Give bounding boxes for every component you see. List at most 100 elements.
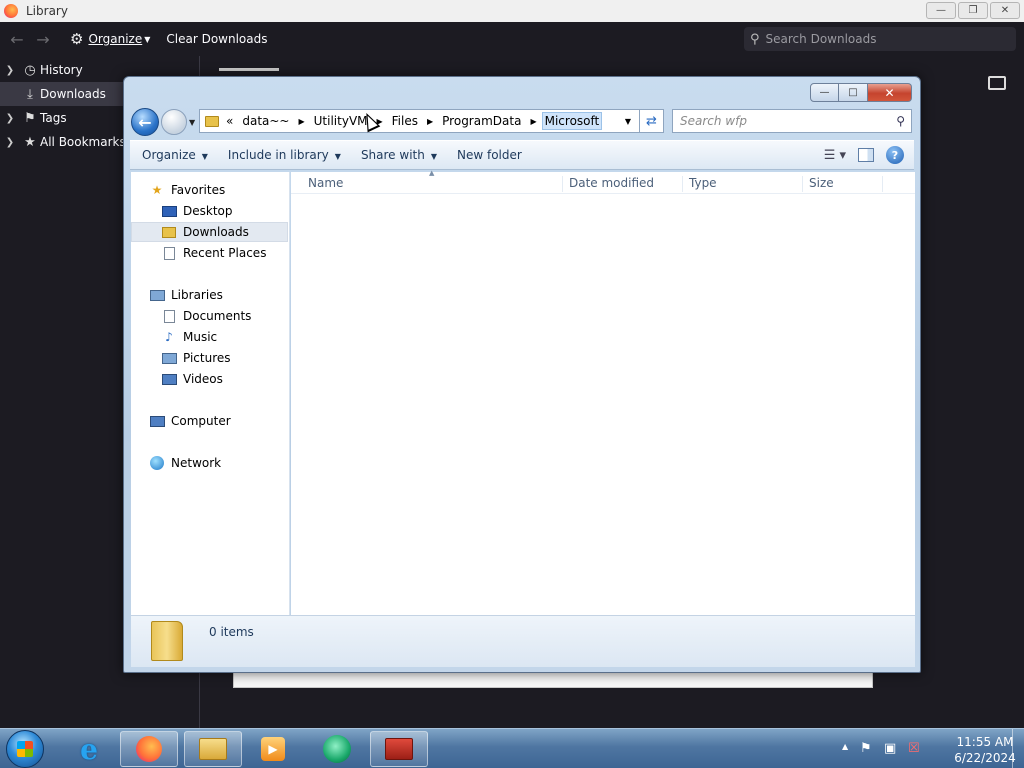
library-restore-button[interactable]: ❐ [958, 2, 988, 19]
command-bar: Organize ▼ Include in library ▼ Share with… [130, 140, 914, 170]
nav-network[interactable]: Network [149, 453, 221, 473]
clock[interactable]: 11:55 AM 6/22/2024 [954, 734, 1016, 766]
preview-pane-icon[interactable] [858, 148, 874, 162]
expand-twisty-icon[interactable]: ❯ [0, 65, 20, 76]
breadcrumb-separator-icon[interactable]: ▶ [427, 117, 433, 126]
internet-explorer-icon: e [80, 732, 98, 766]
file-list[interactable]: Name ▲ Date modified Type Size [291, 169, 915, 615]
search-downloads-input[interactable]: ⚲ Search Downloads [744, 27, 1016, 51]
nav-desktop[interactable]: Desktop [161, 201, 233, 221]
new-folder-button[interactable]: New folder [457, 148, 522, 162]
library-back-icon[interactable]: ← [4, 30, 30, 49]
taskbar-toolbox[interactable] [370, 731, 428, 767]
show-hidden-icons-icon[interactable]: ▲ [842, 742, 848, 751]
windows-logo-icon [17, 741, 33, 757]
app-globe-icon [323, 735, 351, 763]
search-downloads-placeholder: Search Downloads [765, 32, 877, 46]
breadcrumb-data[interactable]: data~~ [238, 114, 293, 128]
computer-icon [149, 415, 165, 427]
taskbar-internet-explorer[interactable]: e [60, 731, 118, 767]
action-center-flag-icon[interactable]: ⚑ [860, 741, 872, 756]
nav-downloads[interactable]: Downloads [131, 222, 288, 242]
share-with-button[interactable]: Share with ▼ [361, 148, 437, 162]
taskbar-media-player[interactable]: ▶ [244, 731, 302, 767]
nav-recent-places[interactable]: Recent Places [161, 243, 266, 263]
search-folder-input[interactable]: Search wfp ⚲ [672, 109, 912, 133]
column-size[interactable]: Size [809, 176, 883, 192]
column-date-modified[interactable]: Date modified [569, 176, 683, 192]
firefox-logo-icon [4, 4, 18, 18]
gear-icon[interactable]: ⚙ [70, 30, 83, 48]
nav-libraries[interactable]: Libraries [149, 285, 223, 305]
network-tray-icon[interactable]: ▣ [884, 741, 896, 756]
desktop-icon [161, 205, 177, 217]
background-panel [233, 672, 873, 688]
breadcrumb-overflow[interactable]: « [226, 114, 233, 128]
volume-muted-icon[interactable]: ☒ [908, 741, 920, 756]
column-type[interactable]: Type [689, 176, 803, 192]
library-forward-icon[interactable]: → [30, 30, 56, 49]
library-titlebar: Library — ❐ ✕ [0, 0, 1024, 22]
tag-icon: ⚑ [24, 110, 36, 126]
details-pane: 0 items [131, 615, 915, 667]
item-count: 0 items [209, 625, 254, 639]
address-dropdown-icon[interactable]: ▼ [625, 117, 631, 126]
back-arrow-icon[interactable]: ← [131, 108, 159, 136]
explorer-folder-icon [199, 738, 227, 760]
show-desktop-button[interactable] [1012, 729, 1024, 768]
library-window-title: Library [26, 4, 68, 18]
column-name[interactable]: Name [308, 176, 563, 192]
dialog-maximize-button[interactable]: □ [839, 83, 868, 102]
organize-caret-icon: ▼ [144, 34, 151, 44]
download-icon: ⤓ [27, 86, 33, 102]
breadcrumb-separator-icon[interactable]: ▶ [530, 117, 536, 126]
breadcrumb-files[interactable]: Files [388, 114, 422, 128]
clear-downloads-button[interactable]: Clear Downloads [166, 32, 267, 46]
library-minimize-button[interactable]: — [926, 2, 956, 19]
clock-date: 6/22/2024 [954, 751, 1016, 765]
expand-twisty-icon[interactable]: ❯ [0, 113, 20, 124]
nav-pictures[interactable]: Pictures [161, 348, 231, 368]
nav-documents[interactable]: Documents [161, 306, 251, 326]
breadcrumb-separator-icon[interactable]: ▶ [298, 117, 304, 126]
nav-computer[interactable]: Computer [149, 411, 231, 431]
organize-button[interactable]: Organize ▼ [142, 148, 208, 162]
videos-icon [161, 373, 177, 385]
sidebar-item-label: Tags [40, 111, 67, 125]
media-player-icon: ▶ [261, 737, 285, 761]
dialog-minimize-button[interactable]: — [810, 83, 839, 102]
expand-twisty-icon[interactable]: ❯ [0, 137, 20, 148]
sort-indicator-icon: ▲ [429, 169, 435, 177]
star-icon: ★ [24, 134, 36, 150]
clock-time: 11:55 AM [956, 735, 1014, 749]
search-folder-placeholder: Search wfp [680, 114, 747, 128]
open-folder-icon[interactable] [988, 76, 1006, 90]
library-toolbar: ← → ⚙ Organize ▼ Clear Downloads ⚲ Search… [0, 22, 1024, 56]
chevron-down-icon: ▼ [334, 152, 341, 161]
recent-locations-caret-icon[interactable]: ▼ [189, 118, 195, 127]
help-icon[interactable]: ? [886, 146, 904, 164]
library-close-button[interactable]: ✕ [990, 2, 1020, 19]
taskbar-firefox[interactable] [120, 731, 178, 767]
sidebar-item-label: All Bookmarks [40, 135, 126, 149]
change-view-icon[interactable]: ☰ ▾ [824, 148, 846, 163]
forward-arrow-icon[interactable] [161, 109, 187, 135]
nav-videos[interactable]: Videos [161, 369, 223, 389]
breadcrumb-microsoft[interactable]: Microsoft [541, 112, 603, 130]
taskbar-app[interactable] [308, 731, 366, 767]
nav-music[interactable]: ♪ Music [161, 327, 217, 347]
dialog-close-button[interactable]: ✕ [868, 83, 912, 102]
start-button[interactable] [6, 730, 44, 768]
search-icon[interactable]: ⚲ [896, 114, 905, 128]
address-bar[interactable]: « data~~ ▶ UtilityVM ▶ Files ▶ ProgramDa… [199, 109, 640, 133]
nav-favorites[interactable]: ★ Favorites [149, 180, 226, 200]
breadcrumb-programdata[interactable]: ProgramData [438, 114, 525, 128]
documents-icon [163, 309, 175, 323]
refresh-icon[interactable]: ⇄ [640, 109, 664, 133]
system-tray: ▲ ⚑ ▣ ☒ 11:55 AM 6/22/2024 [834, 729, 1024, 768]
library-organize-button[interactable]: Organize [88, 32, 142, 46]
sidebar-item-label: Downloads [40, 87, 106, 101]
include-in-library-button[interactable]: Include in library ▼ [228, 148, 341, 162]
column-headers: Name ▲ Date modified Type Size [291, 169, 915, 194]
taskbar-explorer[interactable] [184, 731, 242, 767]
